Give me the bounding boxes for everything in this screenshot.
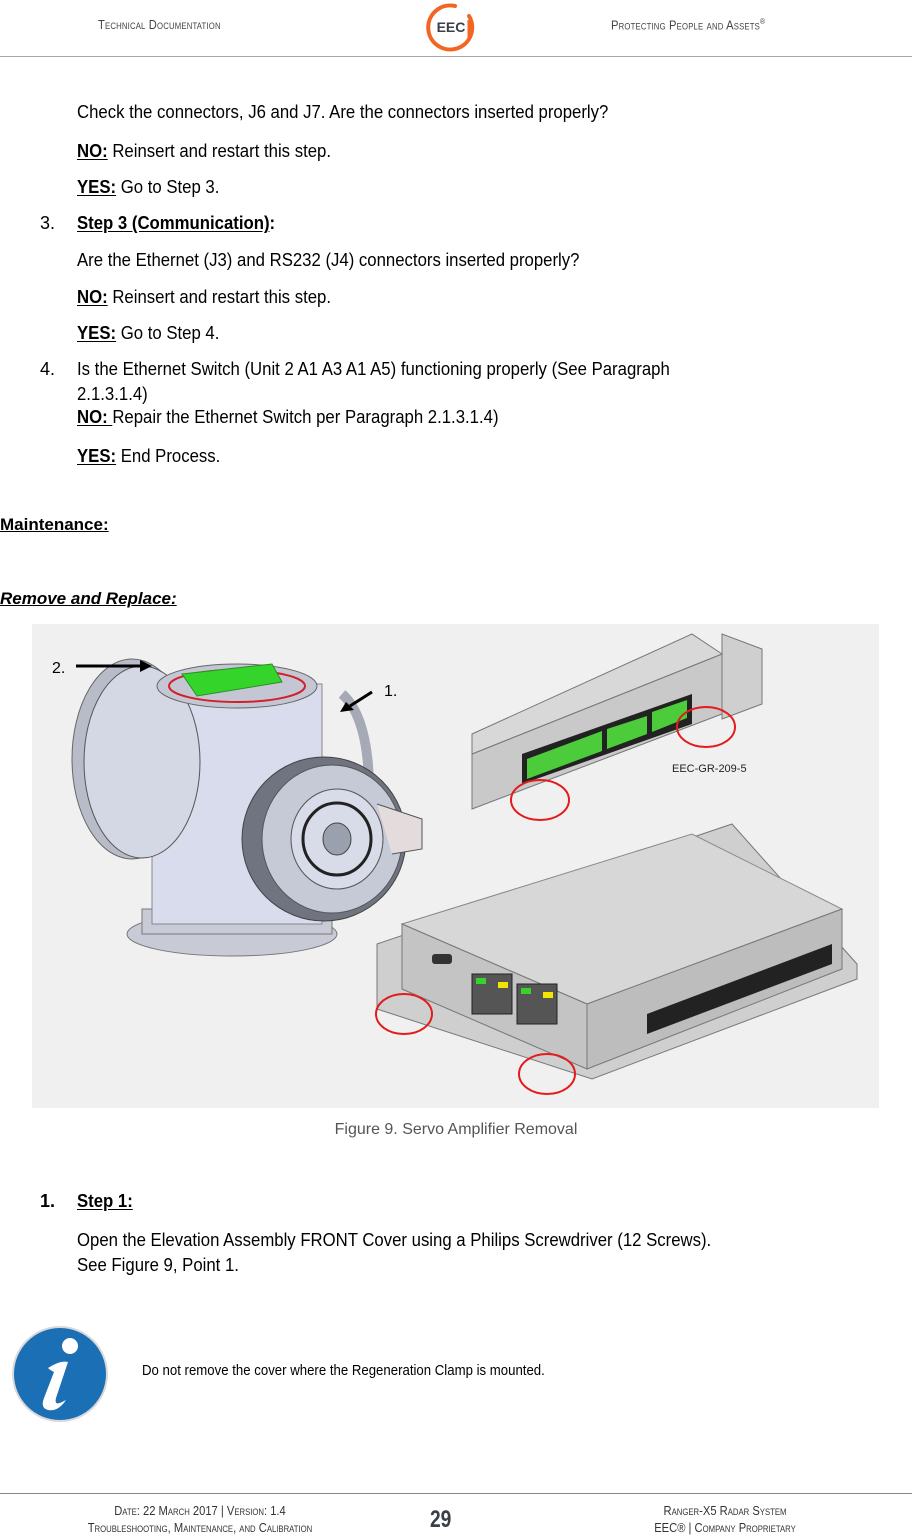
- step3-colon: :: [269, 213, 276, 233]
- step4-number: 4.: [40, 359, 56, 379]
- no-text: Reinsert and restart this step.: [107, 141, 331, 161]
- header-right-tagline: Protecting People and Assets®: [611, 17, 765, 32]
- usb-port: [432, 954, 452, 964]
- step1-line1: Open the Elevation Assembly FRONT Cover …: [77, 1230, 712, 1250]
- step1-title: Step 1:: [77, 1190, 133, 1212]
- intro-yes: YES: Go to Step 3.: [77, 176, 219, 198]
- figure-illustration: 2. 1. EEC-GR-209-5: [52, 633, 858, 1095]
- heading-maintenance: Maintenance:: [0, 515, 109, 534]
- step3-title: Step 3 (Communication):: [77, 212, 275, 234]
- callout-2-label: 2.: [52, 660, 65, 677]
- step3-yes: YES: Go to Step 4.: [77, 322, 219, 344]
- step3-title-text: Step 3 (Communication): [77, 213, 270, 233]
- info-icon: [12, 1326, 108, 1422]
- elevation-assembly: [71, 658, 423, 957]
- footer-system: Ranger-X5 Radar System: [663, 1503, 787, 1518]
- footer-right: Ranger-X5 Radar System EEC® | Company Pr…: [583, 1502, 867, 1536]
- amp1-label: EEC-GR-209-5: [672, 763, 747, 775]
- step1-line2: See Figure 9, Point 1.: [77, 1255, 239, 1275]
- figure-caption: Figure 9. Servo Amplifier Removal: [334, 1121, 578, 1138]
- no-label: NO:: [77, 407, 113, 427]
- callout-1-label: 1.: [384, 683, 397, 700]
- footer-proprietary: EEC® | Company Proprietary: [654, 1520, 796, 1535]
- yes-text: Go to Step 4.: [116, 323, 220, 343]
- eec-logo: EEC: [426, 3, 475, 52]
- step4-no: NO: Repair the Ethernet Switch per Parag…: [77, 406, 499, 428]
- yes-label: YES:: [77, 323, 117, 343]
- step3-number: 3.: [40, 213, 56, 233]
- no-text: Repair the Ethernet Switch per Paragraph…: [112, 407, 499, 427]
- footer-divider: [0, 1493, 912, 1494]
- header-left-title: Technical Documentation: [98, 17, 221, 32]
- step1-title-text: Step 1:: [77, 1191, 133, 1211]
- no-label: NO:: [77, 287, 108, 307]
- footer-left: Date: 22 March 2017 | Version: 1.4 Troub…: [28, 1502, 372, 1536]
- no-label: NO:: [77, 141, 108, 161]
- yes-label: YES:: [77, 446, 117, 466]
- yes-label: YES:: [77, 177, 117, 197]
- heading-remove-replace: Remove and Replace:: [0, 589, 177, 608]
- highlight-screw-1: [510, 779, 570, 821]
- footer-date-version: Date: 22 March 2017 | Version: 1.4: [114, 1503, 286, 1518]
- logo-text: EEC: [437, 19, 466, 35]
- intro-question: Check the connectors, J6 and J7. Are the…: [77, 102, 609, 122]
- step4-question-line1: Is the Ethernet Switch (Unit 2 A1 A3 A1 …: [77, 359, 670, 379]
- mount-flange: [721, 633, 763, 720]
- yes-text: End Process.: [116, 446, 221, 466]
- footer-section: Troubleshooting, Maintenance, and Calibr…: [87, 1520, 313, 1535]
- page-header: Technical Documentation EEC Protecting P…: [0, 0, 912, 57]
- step4-question-line2: 2.1.3.1.4): [77, 384, 148, 404]
- note-text: Do not remove the cover where the Regene…: [142, 1362, 545, 1379]
- tagline-text: Protecting People and Assets: [611, 17, 761, 33]
- amplifier-eec-gr-209-5: EEC-GR-209-5: [471, 633, 763, 821]
- yes-text: Go to Step 3.: [116, 177, 220, 197]
- page-number: 29: [430, 1506, 452, 1533]
- header-divider: [0, 56, 912, 57]
- step3-question: Are the Ethernet (J3) and RS232 (J4) con…: [77, 250, 580, 270]
- registered-mark: ®: [760, 17, 766, 26]
- step1-number: 1.: [40, 1191, 56, 1211]
- step3-no: NO: Reinsert and restart this step.: [77, 286, 331, 308]
- step4-yes: YES: End Process.: [77, 445, 220, 467]
- figure-servo-amplifier: 2. 1. EEC-GR-209-5: [32, 624, 879, 1108]
- no-text: Reinsert and restart this step.: [107, 287, 331, 307]
- intro-no: NO: Reinsert and restart this step.: [77, 140, 331, 162]
- amplifier-elmo: [375, 823, 858, 1095]
